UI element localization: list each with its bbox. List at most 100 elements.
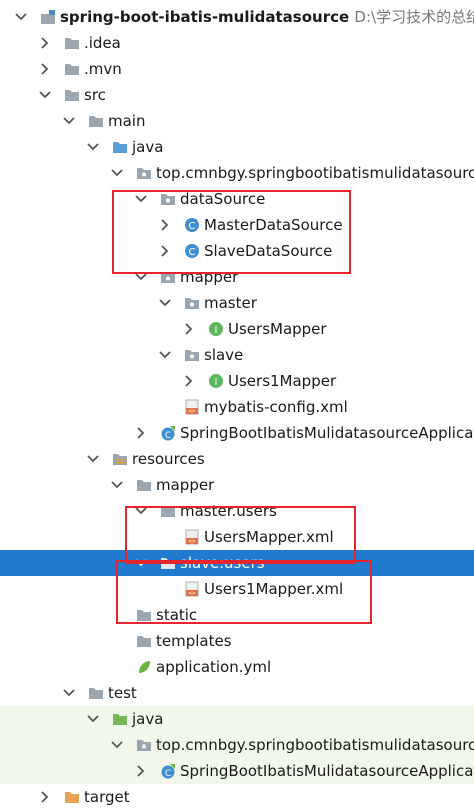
xml-file-icon: <>	[184, 581, 200, 597]
tree-row-folder-main[interactable]: main	[0, 108, 474, 134]
tree-row-label: slave	[204, 346, 244, 364]
tree-row-folder-static[interactable]: static	[0, 602, 474, 628]
tree-row-folder-idea[interactable]: .idea	[0, 30, 474, 56]
chevron-down-icon[interactable]	[86, 140, 100, 154]
project-path: D:\学习技术的总结\Spri	[354, 8, 474, 26]
chevron-down-icon[interactable]	[14, 10, 28, 24]
chevron-right-icon[interactable]	[38, 36, 52, 50]
chevron-right-icon[interactable]	[158, 244, 172, 258]
tree-row-label: SpringBootIbatisMulidatasourceApplicatio…	[180, 762, 474, 780]
chevron-down-icon[interactable]	[86, 712, 100, 726]
chevron-right-icon[interactable]	[134, 764, 148, 778]
tree-row-label: main	[108, 112, 146, 130]
tree-row-folder-target[interactable]: target	[0, 784, 474, 810]
tree-row-folder-slave-users[interactable]: slave.users	[0, 550, 474, 576]
xml-file-icon: <>	[184, 399, 200, 415]
tree-row-class-application[interactable]: C SpringBootIbatisMulidatasourceApplicati…	[0, 420, 474, 446]
tree-row-file-application-yml[interactable]: application.yml	[0, 654, 474, 680]
spring-boot-class-icon: C	[160, 763, 176, 779]
tree-row-package-root[interactable]: top.cmnbgy.springbootibatismulidatasourc…	[0, 160, 474, 186]
tree-row-package-master[interactable]: master	[0, 290, 474, 316]
tree-row-folder-res-mapper[interactable]: mapper	[0, 472, 474, 498]
spring-boot-class-icon: C	[160, 425, 176, 441]
tree-row-label: mapper	[180, 268, 239, 286]
chevron-down-icon[interactable]	[134, 556, 148, 570]
chevron-down-icon[interactable]	[110, 166, 124, 180]
svg-text:<>: <>	[188, 590, 196, 597]
tree-row-folder-test[interactable]: test	[0, 680, 474, 706]
tree-row-label: templates	[156, 632, 232, 650]
folder-icon	[64, 789, 80, 805]
chevron-down-icon[interactable]	[134, 192, 148, 206]
folder-icon	[136, 607, 152, 623]
tree-row-label: application.yml	[156, 658, 272, 676]
chevron-down-icon[interactable]	[134, 504, 148, 518]
tree-row-label: java	[132, 138, 164, 156]
module-icon	[40, 9, 56, 25]
tree-row-project-root[interactable]: spring-boot-ibatis-mulidatasource D:\学习技…	[0, 4, 474, 30]
tree-row-label: target	[84, 788, 130, 806]
tree-row-folder-test-java[interactable]: java	[0, 706, 474, 732]
chevron-right-icon[interactable]	[38, 62, 52, 76]
chevron-down-icon[interactable]	[110, 738, 124, 752]
tree-row-folder-templates[interactable]: templates	[0, 628, 474, 654]
tree-row-package-datasource[interactable]: dataSource	[0, 186, 474, 212]
package-icon	[136, 165, 152, 181]
chevron-right-icon[interactable]	[158, 218, 172, 232]
folder-icon	[88, 685, 104, 701]
tree-row-file-mybatis-config[interactable]: <> mybatis-config.xml	[0, 394, 474, 420]
tree-row-package-slave[interactable]: slave	[0, 342, 474, 368]
tree-row-folder-mvn[interactable]: .mvn	[0, 56, 474, 82]
tree-row-folder-java[interactable]: java	[0, 134, 474, 160]
chevron-down-icon[interactable]	[134, 270, 148, 284]
folder-icon	[64, 61, 80, 77]
tree-row-label: SlaveDataSource	[204, 242, 333, 260]
svg-text:C: C	[165, 431, 171, 441]
tree-row-folder-resources[interactable]: resources	[0, 446, 474, 472]
svg-text:<>: <>	[188, 408, 196, 415]
tree-row-package-test[interactable]: top.cmnbgy.springbootibatismulidatasourc…	[0, 732, 474, 758]
tree-row-folder-master-users[interactable]: master.users	[0, 498, 474, 524]
tree-row-class-slave-datasource[interactable]: C SlaveDataSource	[0, 238, 474, 264]
chevron-down-icon[interactable]	[62, 686, 76, 700]
interface-icon: I	[208, 321, 224, 337]
svg-text:I: I	[215, 325, 218, 336]
chevron-right-icon[interactable]	[182, 374, 196, 388]
folder-icon	[136, 633, 152, 649]
tree-row-label: resources	[132, 450, 205, 468]
chevron-down-icon[interactable]	[110, 478, 124, 492]
package-icon	[160, 191, 176, 207]
tree-row-folder-src[interactable]: src	[0, 82, 474, 108]
source-folder-icon	[112, 139, 128, 155]
tree-row-interface-users-mapper[interactable]: I UsersMapper	[0, 316, 474, 342]
tree-row-label: Users1Mapper	[228, 372, 337, 390]
svg-text:<>: <>	[188, 538, 196, 545]
chevron-down-icon[interactable]	[38, 88, 52, 102]
chevron-right-icon[interactable]	[38, 790, 52, 804]
chevron-right-icon[interactable]	[134, 426, 148, 440]
chevron-down-icon[interactable]	[158, 296, 172, 310]
tree-row-file-users1-mapper-xml[interactable]: <> Users1Mapper.xml	[0, 576, 474, 602]
folder-icon	[64, 87, 80, 103]
tree-row-class-test-application[interactable]: C SpringBootIbatisMulidatasourceApplicati…	[0, 758, 474, 784]
tree-row-label: spring-boot-ibatis-mulidatasource D:\学习技…	[60, 7, 474, 27]
tree-row-label: SpringBootIbatisMulidatasourceApplicatio…	[180, 424, 474, 442]
tree-row-label: test	[108, 684, 137, 702]
tree-row-label: mapper	[156, 476, 215, 494]
chevron-right-icon[interactable]	[182, 322, 196, 336]
xml-file-icon: <>	[184, 529, 200, 545]
resources-folder-icon	[112, 451, 128, 467]
chevron-down-icon[interactable]	[86, 452, 100, 466]
tree-row-file-users-mapper-xml[interactable]: <> UsersMapper.xml	[0, 524, 474, 550]
svg-text:I: I	[215, 377, 218, 388]
chevron-down-icon[interactable]	[62, 114, 76, 128]
svg-text:C: C	[189, 247, 196, 258]
tree-row-class-master-datasource[interactable]: C MasterDataSource	[0, 212, 474, 238]
tree-row-package-mapper[interactable]: mapper	[0, 264, 474, 290]
tree-row-label: UsersMapper.xml	[204, 528, 334, 546]
chevron-down-icon[interactable]	[158, 348, 172, 362]
package-icon	[160, 269, 176, 285]
tree-row-interface-users1-mapper[interactable]: I Users1Mapper	[0, 368, 474, 394]
test-folder-icon	[112, 711, 128, 727]
tree-row-label: Users1Mapper.xml	[204, 580, 344, 598]
